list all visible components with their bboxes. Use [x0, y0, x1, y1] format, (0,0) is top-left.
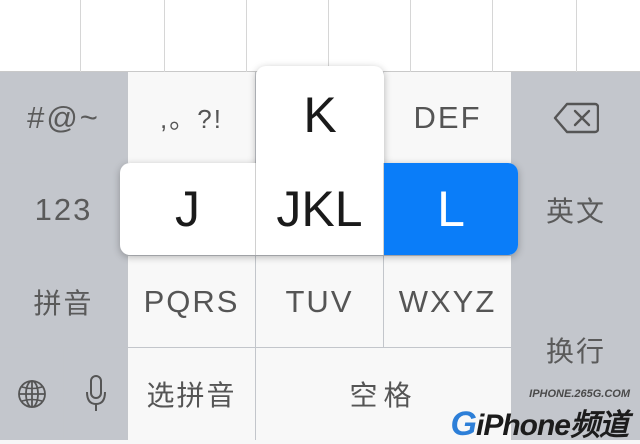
popup-key-k[interactable]: K	[256, 66, 384, 163]
popup-key-j[interactable]: J	[120, 163, 256, 255]
candidate-slot[interactable]	[80, 0, 165, 72]
candidate-slot[interactable]	[0, 0, 81, 72]
watermark-logo-g: G	[450, 405, 477, 443]
tuv-key-label: TUV	[285, 283, 354, 319]
backspace-icon	[553, 102, 599, 133]
candidate-slot[interactable]	[164, 0, 247, 72]
candidate-slot[interactable]	[246, 0, 329, 72]
punctuation-key-label: ,。?!	[160, 104, 223, 134]
punctuation-key[interactable]: ,。?!	[128, 72, 256, 164]
watermark-logo: GiPhone频道	[450, 400, 629, 444]
choose-pinyin-key[interactable]: 选拼音	[128, 348, 256, 440]
space-key-label: 空格	[349, 380, 418, 411]
candidate-slot[interactable]	[576, 0, 640, 72]
globe-key[interactable]	[0, 348, 64, 440]
pqrs-key-label: PQRS	[143, 283, 240, 319]
english-key[interactable]: 英文	[512, 164, 640, 256]
popup-key-l-selected[interactable]: L	[384, 163, 518, 255]
microphone-icon	[85, 375, 106, 411]
candidate-bar	[0, 0, 640, 72]
candidate-slot[interactable]	[492, 0, 577, 72]
tuv-key[interactable]: TUV	[256, 256, 384, 348]
wxyz-key-label: WXYZ	[398, 283, 497, 319]
pinyin-key[interactable]: 拼音	[0, 256, 128, 348]
microphone-key[interactable]	[64, 348, 128, 440]
numbers-key-label: 123	[34, 191, 93, 227]
english-key-label: 英文	[545, 195, 606, 227]
choose-pinyin-key-label: 选拼音	[146, 380, 237, 411]
def-key-label: DEF	[413, 99, 482, 135]
popup-key-k-label: K	[303, 86, 337, 143]
watermark-domain: IPHONE.265G.COM	[529, 388, 630, 400]
candidate-slot[interactable]	[328, 0, 411, 72]
pqrs-key[interactable]: PQRS	[128, 256, 256, 348]
symbols-key-label: #@~	[27, 99, 100, 135]
pinyin-key-label: 拼音	[33, 287, 94, 319]
wxyz-key[interactable]: WXYZ	[384, 256, 512, 348]
popup-key-l-label: L	[437, 181, 465, 237]
watermark-logo-text: iPhone频道	[475, 409, 629, 442]
globe-icon	[17, 380, 46, 408]
popup-key-jkl-label: JKL	[276, 181, 363, 237]
candidate-slot[interactable]	[410, 0, 493, 72]
def-key[interactable]: DEF	[384, 72, 512, 164]
return-key-label: 换行	[545, 336, 606, 367]
popup-key-jkl[interactable]: JKL	[256, 163, 384, 255]
popup-key-j-label: J	[175, 181, 200, 237]
numbers-key[interactable]: 123	[0, 164, 128, 256]
symbols-key[interactable]: #@~	[0, 72, 128, 164]
delete-key[interactable]	[512, 72, 640, 164]
